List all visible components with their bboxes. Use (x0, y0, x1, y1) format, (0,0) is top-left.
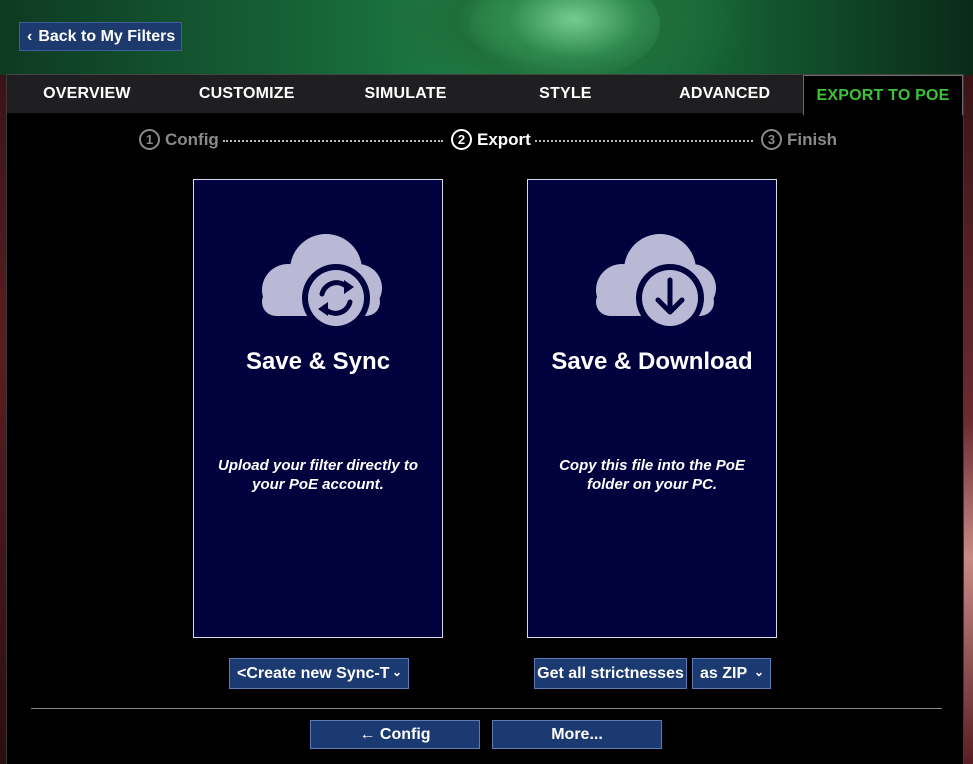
sync-target-value: <Create new Sync-T (237, 664, 390, 682)
cloud-sync-icon (262, 234, 382, 332)
back-to-my-filters-button[interactable]: ‹ Back to My Filters (19, 22, 182, 51)
step-connector (223, 140, 443, 142)
back-to-config-button[interactable]: ← Config (310, 720, 480, 749)
download-format-value: as ZIP (700, 664, 748, 682)
card-title: Save & Download (551, 348, 753, 375)
card-description: Copy this file into the PoE folder on yo… (559, 457, 745, 493)
main-panel: OVERVIEW CUSTOMIZE SIMULATE STYLE ADVANC… (6, 74, 964, 764)
tab-customize[interactable]: CUSTOMIZE (167, 75, 327, 113)
tab-advanced[interactable]: ADVANCED (646, 75, 803, 113)
divider (31, 708, 942, 709)
card-description: Upload your filter directly to your PoE … (217, 457, 419, 493)
chevron-down-icon: ⌄ (753, 665, 764, 679)
get-all-strictnesses-button[interactable]: Get all strictnesses (534, 658, 687, 689)
step-finish: 3 Finish (761, 129, 837, 150)
tab-export-to-poe[interactable]: EXPORT TO POE (803, 75, 963, 115)
more-button[interactable]: More... (492, 720, 662, 749)
sync-target-select[interactable]: <Create new Sync-T ⌄ (229, 658, 409, 689)
step-number: 2 (451, 129, 472, 150)
export-stepper: 1 Config 2 Export 3 Finish (139, 129, 839, 153)
chevron-down-icon: ⌄ (391, 665, 402, 679)
tab-overview[interactable]: OVERVIEW (7, 75, 167, 113)
back-button-label: Back to My Filters (38, 27, 176, 45)
save-and-sync-card[interactable]: Save & Sync Upload your filter directly … (193, 179, 443, 638)
step-label: Export (477, 129, 531, 149)
card-title: Save & Sync (245, 348, 391, 375)
background-art-right (963, 75, 973, 764)
step-number: 1 (139, 129, 160, 150)
step-config: 1 Config (139, 129, 219, 150)
step-connector (535, 140, 753, 142)
tab-style[interactable]: STYLE (484, 75, 646, 113)
save-and-download-card[interactable]: Save & Download Copy this file into the … (527, 179, 777, 638)
step-number: 3 (761, 129, 782, 150)
download-format-select[interactable]: as ZIP ⌄ (692, 658, 771, 689)
step-label: Config (165, 129, 219, 149)
tab-simulate[interactable]: SIMULATE (327, 75, 485, 113)
chevron-left-icon: ‹ (27, 27, 33, 45)
step-label: Finish (787, 129, 838, 149)
step-export: 2 Export (451, 129, 531, 150)
tab-bar: OVERVIEW CUSTOMIZE SIMULATE STYLE ADVANC… (7, 74, 963, 115)
cloud-download-icon (596, 234, 716, 332)
